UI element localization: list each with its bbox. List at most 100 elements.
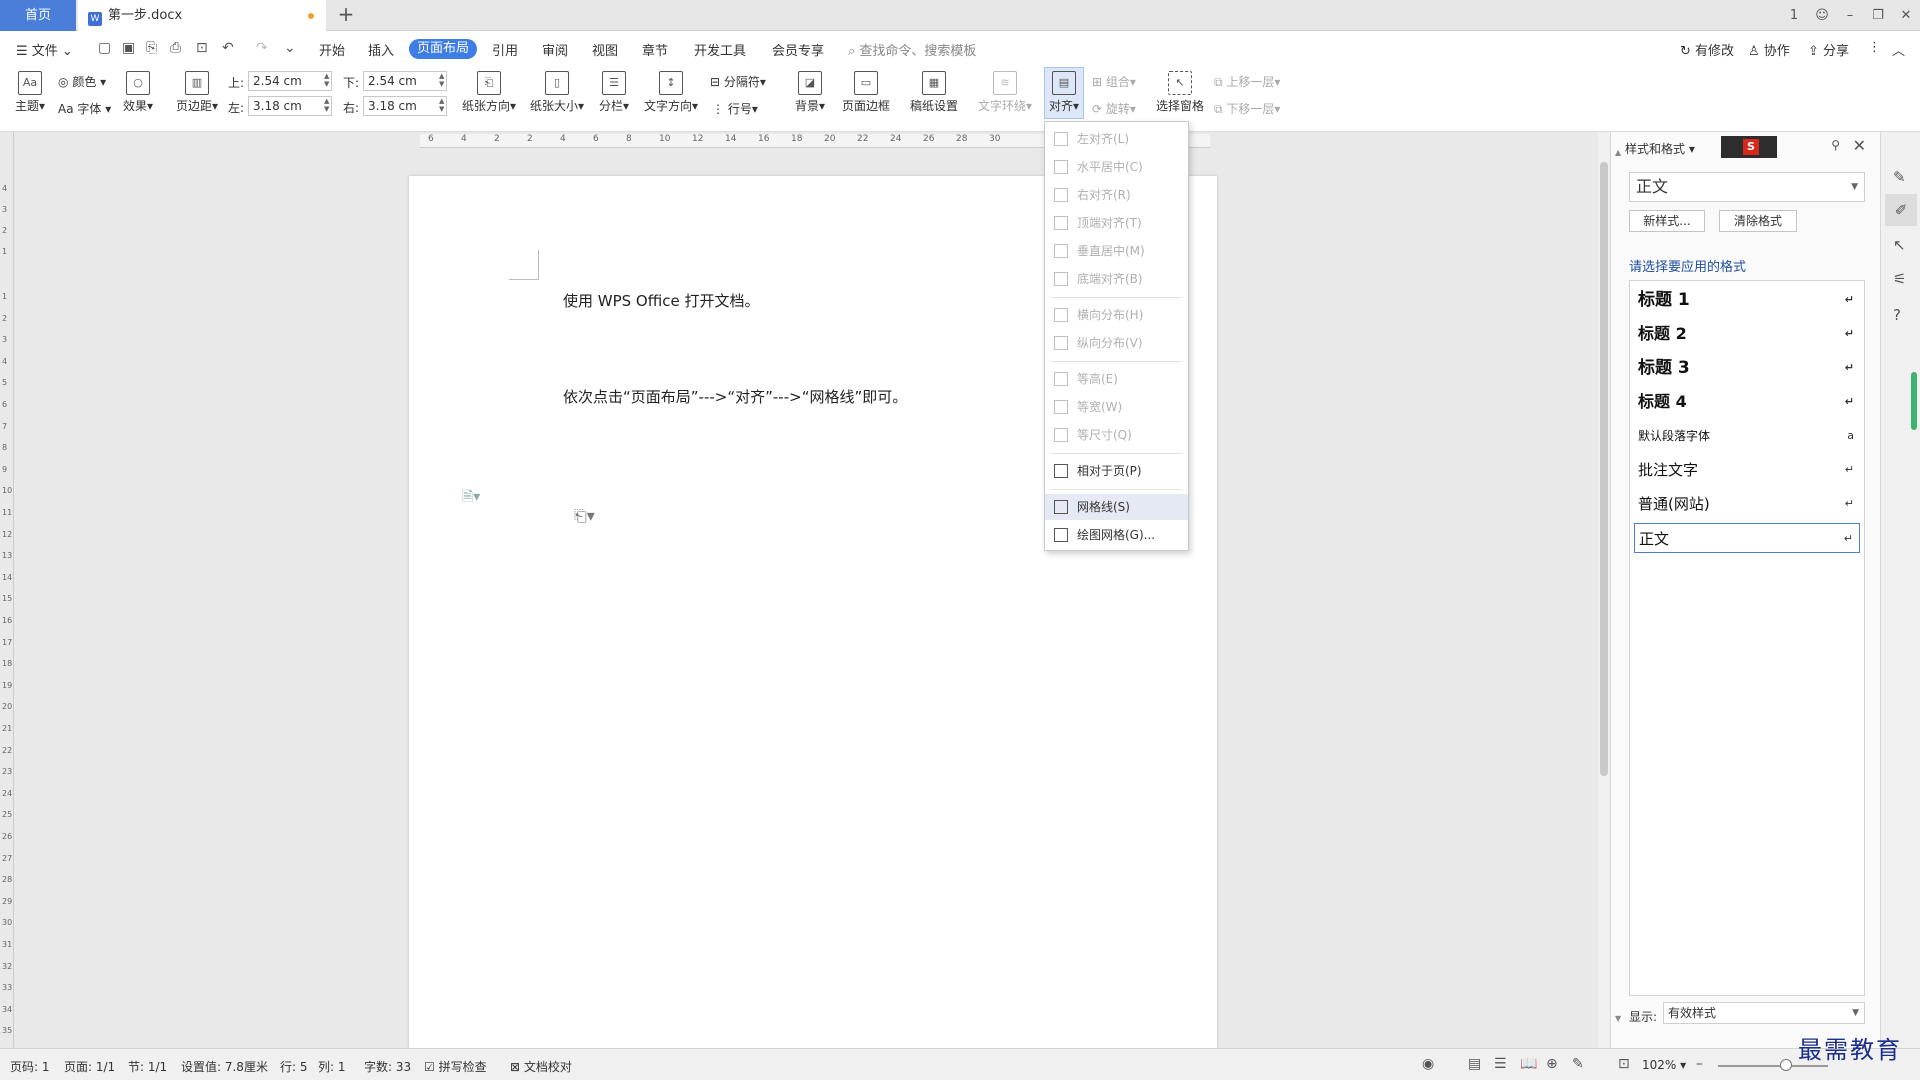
bottom-margin-stepper-icon[interactable]: ▲ ▼ xyxy=(439,72,444,88)
add-tab-button[interactable]: + xyxy=(334,0,358,31)
style-list-item[interactable]: 批注文字 ↵ xyxy=(1634,455,1860,485)
status-pages[interactable]: 页面: 1/1 xyxy=(64,1058,115,1075)
style-list-item[interactable]: 标题 4 ↵ xyxy=(1634,387,1860,417)
right-margin-input[interactable]: 3.18 cm xyxy=(363,96,447,116)
close-panel-icon[interactable]: ✕ xyxy=(1853,136,1866,155)
tab-document[interactable]: W 第一步.docx xyxy=(78,0,326,31)
styles-panel-title[interactable]: 样式和格式 ▾ xyxy=(1625,140,1695,157)
save-icon[interactable]: ▣ xyxy=(122,40,135,56)
undo-icon[interactable]: ↶ xyxy=(222,40,234,56)
tab-home[interactable]: 首页 xyxy=(0,0,76,31)
font-button[interactable]: Aa 字体 ▾ xyxy=(58,100,111,117)
zoom-slider[interactable] xyxy=(1718,1065,1828,1067)
print-icon[interactable]: ⎙ xyxy=(170,40,181,56)
styles-pen-icon[interactable]: ✐ xyxy=(1885,194,1917,226)
style-list-item[interactable]: 正文 ↵ xyxy=(1634,523,1860,553)
file-menu[interactable]: ☰ 文件 ⌄ xyxy=(16,40,73,59)
align-menu-item[interactable]: 等高(E) xyxy=(1045,366,1188,392)
group-button[interactable]: ⊞ 组合▾ xyxy=(1092,73,1136,90)
select-cursor-icon[interactable]: ↖ xyxy=(1893,236,1906,254)
color-button[interactable]: ◎ 颜色 ▾ xyxy=(58,73,106,90)
bring-forward-button[interactable]: ⧉ 上移一层▾ xyxy=(1214,73,1280,90)
export-icon[interactable]: ⎘ xyxy=(146,40,157,56)
effect-button[interactable]: ○ 效果▾ xyxy=(118,65,158,114)
align-menu-item[interactable]: 横向分布(H) xyxy=(1045,302,1188,328)
spell-check-button[interactable]: ☑ 拼写检查 xyxy=(424,1058,487,1075)
top-margin-input[interactable]: 2.54 cm xyxy=(248,71,332,91)
align-menu-item[interactable]: 纵向分布(V) xyxy=(1045,330,1188,356)
style-list-item[interactable]: 标题 3 ↵ xyxy=(1634,353,1860,383)
close-window-button[interactable]: ✕ xyxy=(1892,8,1920,23)
align-menu-item[interactable]: 右对齐(R) xyxy=(1045,182,1188,208)
paste-options-icon[interactable]: ⎗▾ xyxy=(574,506,595,526)
align-menu-item[interactable]: 网格线(S) xyxy=(1045,494,1188,520)
status-col[interactable]: 列: 1 xyxy=(318,1058,346,1075)
tab-insert[interactable]: 插入 xyxy=(368,40,394,59)
more-icon[interactable]: ⋮ xyxy=(1868,40,1881,55)
doc-proof-button[interactable]: ⊠ 文档校对 xyxy=(510,1058,572,1075)
status-row[interactable]: 行: 5 xyxy=(280,1058,308,1075)
web-view-icon[interactable]: ⊕ xyxy=(1546,1056,1558,1072)
redo-icon[interactable]: ↷ xyxy=(256,40,268,56)
align-menu-item[interactable]: 底端对齐(B) xyxy=(1045,266,1188,292)
page-view-icon[interactable]: ▤ xyxy=(1468,1056,1481,1072)
right-margin-stepper-icon[interactable]: ▲ ▼ xyxy=(439,97,444,113)
command-search[interactable]: ⌕ 查找命令、搜索模板 xyxy=(848,40,976,59)
align-menu-item[interactable]: 左对齐(L) xyxy=(1045,126,1188,152)
scrollbar-thumb[interactable] xyxy=(1600,162,1608,776)
vertical-scrollbar[interactable] xyxy=(1598,132,1610,1048)
bottom-margin-input[interactable]: 2.54 cm xyxy=(363,71,447,91)
paper-size-button[interactable]: ▯ 纸张大小▾ xyxy=(528,65,586,114)
write-view-icon[interactable]: ✎ xyxy=(1572,1056,1584,1072)
page-border-button[interactable]: ▭ 页面边框 xyxy=(838,65,894,114)
paragraph-1[interactable]: 使用 WPS Office 打开文档。 xyxy=(563,290,760,311)
minimize-button[interactable]: – xyxy=(1836,8,1864,23)
restore-button[interactable]: ❐ xyxy=(1864,8,1892,23)
style-list-item[interactable]: 标题 2 ↵ xyxy=(1634,319,1860,349)
paragraph-2[interactable]: 依次点击“页面布局”--->“对齐”--->“网格线”即可。 xyxy=(563,386,907,407)
columns-button[interactable]: ☰ 分栏▾ xyxy=(596,65,632,114)
tab-page-layout[interactable]: 页面布局 xyxy=(409,39,477,59)
line-numbers-button[interactable]: ⋮ 行号▾ xyxy=(712,100,758,117)
theme-button[interactable]: Aa 主题▾ xyxy=(12,65,48,114)
send-backward-button[interactable]: ⧉ 下移一层▾ xyxy=(1214,100,1280,117)
style-list-item[interactable]: 标题 1 ↵ xyxy=(1634,285,1860,315)
tab-start[interactable]: 开始 xyxy=(319,40,345,59)
align-menu-item[interactable]: 等尺寸(Q) xyxy=(1045,422,1188,448)
tab-view[interactable]: 视图 xyxy=(592,40,618,59)
status-page-number[interactable]: 页码: 1 xyxy=(10,1058,50,1075)
page-side-icon[interactable]: 🗎▾ xyxy=(462,486,480,510)
text-direction-button[interactable]: ↕ 文字方向▾ xyxy=(642,65,700,114)
panel-scroll-arrows[interactable]: ▲ ▼ xyxy=(1615,148,1623,1044)
top-margin-stepper-icon[interactable]: ▲ ▼ xyxy=(324,72,329,88)
manuscript-button[interactable]: ▦ 稿纸设置 xyxy=(906,65,962,114)
select-pane-button[interactable]: ↖ 选择窗格 xyxy=(1152,65,1208,114)
align-menu-item[interactable]: 顶端对齐(T) xyxy=(1045,210,1188,236)
status-section[interactable]: 节: 1/1 xyxy=(128,1058,167,1075)
rotate-button[interactable]: ⟳ 旋转▾ xyxy=(1092,100,1136,117)
new-style-button[interactable]: 新样式... xyxy=(1629,210,1705,232)
text-wrap-button[interactable]: ≋ 文字环绕▾ xyxy=(976,65,1034,114)
align-button[interactable]: ▤ 对齐▾ xyxy=(1044,65,1084,114)
tab-developer[interactable]: 开发工具 xyxy=(694,40,746,59)
user-avatar-icon[interactable]: ☺ xyxy=(1808,8,1836,23)
page-count-icon[interactable]: 1 xyxy=(1780,8,1808,23)
clear-format-button[interactable]: 清除格式 xyxy=(1719,210,1797,232)
background-button[interactable]: ◪ 背景▾ xyxy=(792,65,828,114)
status-words[interactable]: 字数: 33 xyxy=(364,1058,411,1075)
help-icon[interactable]: ? xyxy=(1893,306,1901,324)
collaborate-button[interactable]: ♙ 协作 xyxy=(1748,40,1790,59)
align-menu-item[interactable]: 垂直居中(M) xyxy=(1045,238,1188,264)
fit-page-icon[interactable]: ⊡ xyxy=(1618,1056,1630,1072)
new-doc-icon[interactable]: ▢ xyxy=(98,40,111,56)
status-setting[interactable]: 设置值: 7.8厘米 xyxy=(181,1058,268,1075)
show-select[interactable]: 有效样式 ▼ xyxy=(1663,1002,1865,1024)
changes-button[interactable]: ↻ 有修改 xyxy=(1680,40,1734,59)
settings-sliders-icon[interactable]: ⚟ xyxy=(1893,270,1906,288)
left-margin-input[interactable]: 3.18 cm xyxy=(248,96,332,116)
collapse-ribbon-icon[interactable]: ︿ xyxy=(1892,40,1905,59)
current-style-select[interactable]: 正文 ▼ xyxy=(1629,172,1865,202)
tab-references[interactable]: 引用 xyxy=(492,40,518,59)
zoom-slider-knob[interactable] xyxy=(1780,1059,1792,1071)
style-list-item[interactable]: 默认段落字体 a xyxy=(1634,421,1860,451)
